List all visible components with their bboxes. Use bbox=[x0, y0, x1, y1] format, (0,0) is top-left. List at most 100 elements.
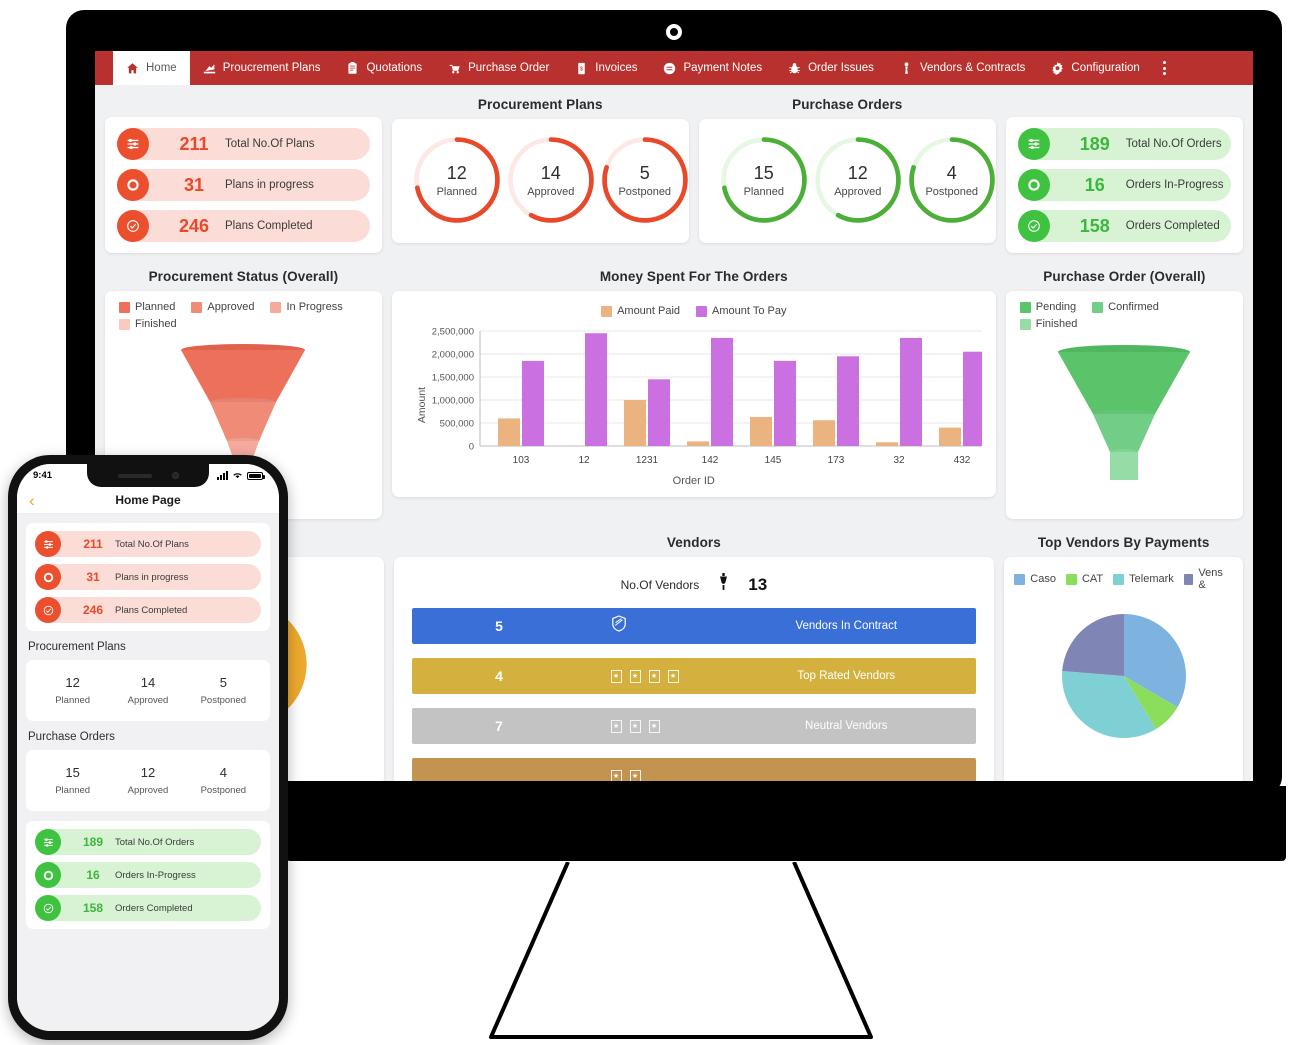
payment-icon bbox=[663, 62, 676, 75]
nav-item-procurement-plans[interactable]: Proucrement Plans bbox=[190, 51, 334, 85]
donut-approved: 12 Approved bbox=[811, 133, 905, 227]
shield-icon bbox=[611, 615, 627, 637]
phone-trio-postponed: 4 Postponed bbox=[186, 758, 261, 803]
donut-planned: 15 Planned bbox=[717, 133, 811, 227]
kpi-value: 158 bbox=[1079, 215, 1110, 236]
vendor-bar-value: 4 bbox=[495, 668, 503, 684]
wifi-icon bbox=[232, 470, 243, 482]
svg-text:2,500,000: 2,500,000 bbox=[432, 327, 474, 338]
star-icon: ★ bbox=[667, 669, 679, 683]
trio-value: 12 bbox=[65, 675, 80, 690]
nav-item-vendors-contracts[interactable]: Vendors & Contracts bbox=[887, 51, 1038, 85]
nav-label: Purchase Order bbox=[468, 62, 550, 74]
svg-text:12: 12 bbox=[578, 455, 590, 466]
top-navigation-bar: Home Proucrement Plans Quotations Purcha… bbox=[95, 51, 1253, 85]
nav-label: Order Issues bbox=[808, 62, 874, 74]
plans-kpi-card: 211 Total No.Of Plans 31 Plans in progre… bbox=[105, 117, 382, 253]
nav-item-configuration[interactable]: Configuration bbox=[1038, 51, 1152, 85]
phone-kpi-row-plans-in-progress: 31 Plans in progress bbox=[35, 564, 261, 590]
phone-trio-postponed: 5 Postponed bbox=[186, 668, 261, 713]
phone-kpi-label: Orders Completed bbox=[115, 902, 193, 914]
vendors-card: No.Of Vendors 13 5 Vendors In Contract 4… bbox=[393, 557, 995, 781]
svg-text:0: 0 bbox=[468, 442, 473, 453]
trio-value: 12 bbox=[140, 765, 156, 780]
svg-text:2,000,000: 2,000,000 bbox=[432, 350, 474, 361]
purchase-orders-donuts: 15 Planned 12 Approved 4 Postponed bbox=[698, 119, 996, 243]
vendor-bar-top-rated[interactable]: 4 ★ ★ ★ ★ Top Rated Vendors bbox=[411, 658, 977, 694]
vendor-bar-neutral[interactable]: 7 ★ ★ ★ Neutral Vendors bbox=[411, 708, 977, 744]
donut-approved: 14 Approved bbox=[504, 133, 598, 227]
phone-kpi-value: 31 bbox=[86, 570, 100, 584]
legend-item: In Progress bbox=[270, 301, 343, 313]
donut-postponed: 5 Postponed bbox=[598, 133, 692, 227]
svg-text:500,000: 500,000 bbox=[439, 419, 473, 430]
nav-label: Payment Notes bbox=[683, 62, 763, 74]
screenshot-root: Home Proucrement Plans Quotations Purcha… bbox=[0, 0, 1300, 1045]
phone-trio-planned: 12 Planned bbox=[35, 668, 110, 713]
donut-value: 15 bbox=[753, 162, 774, 183]
kpi-label: Total No.Of Orders bbox=[1125, 138, 1222, 150]
phone-content: 211 Total No.Of Plans 31 Plans in progre… bbox=[17, 514, 279, 1031]
phone-kpi-value: 246 bbox=[82, 603, 104, 617]
star-icon: ★ bbox=[648, 719, 660, 733]
procurement-plans-donuts: 12 Planned 14 Approved 5 Postponed bbox=[391, 119, 692, 243]
trio-value: 5 bbox=[219, 675, 227, 690]
money-spent-legend: Amount Paid Amount To Pay bbox=[402, 295, 986, 319]
check-circle-icon bbox=[35, 597, 61, 623]
circle-icon bbox=[35, 564, 61, 590]
check-circle-icon bbox=[117, 210, 149, 242]
kpi-value: 211 bbox=[179, 133, 209, 154]
top-vendors-legend: Caso CAT Telemark Vens & bbox=[1004, 557, 1243, 593]
circle-icon bbox=[1017, 169, 1050, 201]
legend-item: Planned bbox=[119, 301, 175, 313]
phone-kpi-label: Plans Completed bbox=[115, 604, 188, 616]
star-icon: ★ bbox=[629, 769, 641, 781]
vendor-bar-low-rated[interactable]: ★ ★ bbox=[411, 758, 977, 781]
phone-kpi-value: 158 bbox=[82, 901, 104, 915]
speaker-icon bbox=[117, 473, 152, 478]
phone-kpi-value: 211 bbox=[83, 537, 103, 551]
nav-item-home[interactable]: Home bbox=[113, 51, 190, 85]
kpi-row-total-orders: 189 Total No.Of Orders bbox=[1017, 128, 1231, 160]
nav-item-invoices[interactable]: $ Invoices bbox=[562, 51, 650, 85]
circle-icon bbox=[117, 169, 149, 201]
more-vertical-icon[interactable] bbox=[1153, 51, 1176, 85]
vendor-bar-in-contract[interactable]: 5 Vendors In Contract bbox=[411, 608, 977, 644]
nav-item-order-issues[interactable]: Order Issues bbox=[775, 51, 887, 85]
invoice-icon: $ bbox=[575, 62, 588, 75]
donut-label: Postponed bbox=[618, 185, 672, 198]
phone-notch bbox=[87, 464, 209, 487]
star-icon: ★ bbox=[610, 669, 622, 683]
kpi-label: Plans Completed bbox=[225, 220, 313, 232]
phone-kpi-value: 16 bbox=[86, 868, 100, 882]
svg-text:173: 173 bbox=[827, 455, 844, 466]
chevron-left-icon[interactable]: ‹ bbox=[29, 492, 35, 509]
kpi-row-plans-completed: 246 Plans Completed bbox=[117, 210, 370, 242]
trio-value: 14 bbox=[140, 675, 156, 690]
top-vendors-pie-card: Caso CAT Telemark Vens & bbox=[1004, 557, 1243, 781]
sliders-icon bbox=[1017, 128, 1050, 160]
svg-text:432: 432 bbox=[953, 455, 970, 466]
nav-label: Invoices bbox=[595, 62, 638, 74]
phone-kpi-label: Orders In-Progress bbox=[115, 869, 196, 881]
star-icon: ★ bbox=[610, 769, 622, 781]
vendor-pin-icon bbox=[717, 573, 730, 596]
nav-item-quotations[interactable]: Quotations bbox=[333, 51, 435, 85]
vendor-bar-icons bbox=[587, 615, 717, 637]
vendor-bar-label: Top Rated Vendors bbox=[797, 670, 896, 682]
star-icon: ★ bbox=[629, 669, 641, 683]
phone-plans-trio: 12 Planned 14 Approved 5 Postponed bbox=[26, 660, 270, 721]
nav-item-purchase-order[interactable]: Purchase Order bbox=[435, 51, 562, 85]
trio-label: Planned bbox=[55, 785, 91, 796]
vendor-bar-value: 7 bbox=[495, 718, 503, 734]
nav-item-payment-notes[interactable]: Payment Notes bbox=[650, 51, 775, 85]
cart-icon bbox=[448, 62, 461, 75]
phone-orders-kpi-card: 189 Total No.Of Orders 16 Orders In-Prog… bbox=[26, 821, 270, 929]
procurement-status-funnel bbox=[105, 332, 382, 473]
procurement-status-title: Procurement Status (Overall) bbox=[148, 269, 339, 284]
phone-trio-planned: 15 Planned bbox=[35, 758, 110, 803]
legend-item: Telemark bbox=[1113, 567, 1174, 591]
trio-label: Approved bbox=[127, 785, 169, 796]
procurement-status-legend: Planned Approved In Progress Finished bbox=[105, 291, 382, 332]
kpi-label: Total No.Of Plans bbox=[225, 138, 315, 150]
